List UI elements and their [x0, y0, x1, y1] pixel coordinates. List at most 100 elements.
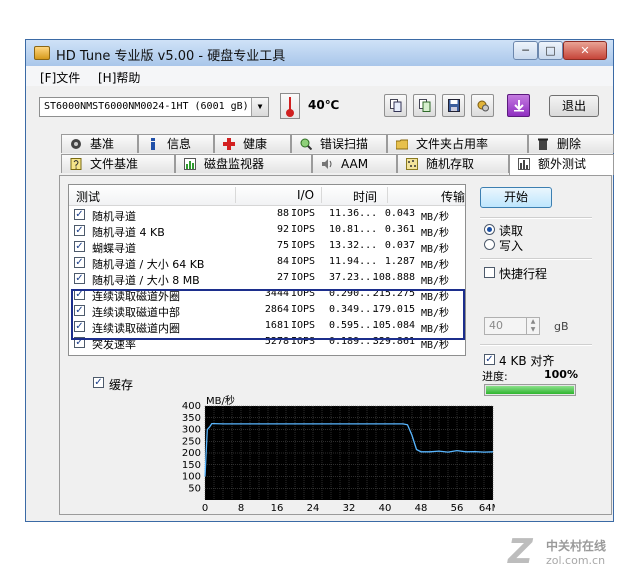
y-tick-label: 100: [182, 472, 201, 483]
row-time: 13.32...: [329, 240, 378, 251]
download-icon: [514, 100, 524, 112]
x-tick-label: 32: [343, 503, 356, 514]
row-rate-unit: MB/秒: [421, 228, 450, 239]
align-checkbox[interactable]: ✓: [484, 354, 495, 365]
copy-icon: [390, 99, 402, 112]
copy-all-button[interactable]: [413, 94, 436, 117]
row-rate-unit: MB/秒: [421, 276, 450, 287]
extra-tests-icon: [518, 158, 530, 170]
read-radio[interactable]: [484, 224, 495, 235]
info-icon: [151, 138, 155, 150]
y-tick-label: 200: [182, 448, 201, 459]
progress-value: 100%: [544, 368, 578, 381]
tab-extra-tests[interactable]: 额外测试: [509, 154, 614, 175]
row-time: 10.81...: [329, 224, 378, 235]
x-tick-label: 64MB: [479, 503, 495, 514]
copy-all-icon: [419, 99, 431, 112]
benchmark-icon: [71, 139, 81, 149]
tab-aam[interactable]: AAM: [312, 154, 397, 173]
aam-icon: [322, 159, 332, 169]
y-tick-label: 250: [182, 436, 201, 447]
watermark-name: 中关村在线: [546, 539, 607, 553]
tab-benchmark[interactable]: 基准: [61, 134, 138, 153]
row-checkbox[interactable]: ✓: [74, 257, 85, 268]
results-header: 测试 I/O 时间 传输: [69, 185, 465, 206]
menu-help[interactable]: [H]帮助: [98, 69, 140, 86]
row-checkbox[interactable]: ✓: [74, 225, 85, 236]
copy-button[interactable]: [384, 94, 407, 117]
row-name: 蝴蝶寻道: [92, 242, 136, 255]
menu-file[interactable]: [F]文件: [40, 69, 80, 86]
test-options: 开始 读取 写入 快捷行程 40 ▲ ▼ gB ✓ 4 KB 对齐 进度: 100…: [480, 184, 610, 504]
row-checkbox[interactable]: ✓: [74, 273, 85, 284]
write-label: 写入: [499, 239, 524, 253]
y-tick-label: 350: [182, 413, 201, 424]
row-checkbox[interactable]: ✓: [74, 241, 85, 252]
chevron-down-icon[interactable]: ▼: [251, 98, 268, 116]
result-row[interactable]: ✓ 随机寻道 / 大小 8 MB 27 IOPS 37.23... 108.888 MB/秒: [69, 271, 465, 287]
result-row[interactable]: ✓ 蝴蝶寻道 75 IOPS 13.32... 0.037 MB/秒: [69, 239, 465, 255]
row-iops: 84: [276, 256, 289, 267]
stepper-arrows-icon[interactable]: ▲ ▼: [526, 318, 539, 334]
row-iops-unit: IOPS: [291, 256, 316, 267]
exit-button[interactable]: 退出: [549, 95, 599, 117]
progress-fill: [486, 386, 574, 394]
options-button[interactable]: [471, 94, 494, 117]
header-time: 时间: [353, 190, 378, 204]
download-button[interactable]: [507, 94, 530, 117]
x-tick-label: 56: [451, 503, 464, 514]
result-row[interactable]: ✓ 随机寻道 4 KB 92 IOPS 10.81... 0.361 MB/秒: [69, 223, 465, 239]
short-stroke-value: 40: [489, 319, 503, 332]
transfer-rate-chart: 50100150200250300350400 0 8 16 24 32 40 48 56 64 M…: [182, 394, 495, 514]
row-rate-unit: MB/秒: [421, 260, 450, 271]
row-iops-unit: IOPS: [291, 224, 316, 235]
result-row[interactable]: ✓ 随机寻道 / 大小 64 KB 84 IOPS 11.94... 1.287 MB/秒: [69, 255, 465, 271]
row-name: 随机寻道 / 大小 64 KB: [92, 258, 205, 271]
short-stroke-checkbox[interactable]: [484, 267, 495, 278]
save-button[interactable]: [442, 94, 465, 117]
y-tick-label: 50: [188, 483, 201, 494]
x-tick-label: 16: [271, 503, 284, 514]
watermark-url: zol.com.cn: [546, 554, 606, 567]
start-button[interactable]: 开始: [480, 187, 552, 208]
drive-select[interactable]: ST6000NMST6000NM0024-1HT (6001 gB) ▼: [39, 97, 269, 117]
result-row[interactable]: ✓ 随机寻道 88 IOPS 11.36... 0.043 MB/秒: [69, 207, 465, 223]
window-title: HD Tune 专业版 v5.00 - 硬盘专业工具: [56, 49, 286, 64]
tab-health[interactable]: 健康: [214, 134, 291, 153]
random-access-icon: [406, 158, 418, 170]
title-bar[interactable]: HD Tune 专业版 v5.00 - 硬盘专业工具 ─ □ ✕: [26, 40, 613, 67]
row-iops-unit: IOPS: [291, 240, 316, 251]
row-rate: 1.287: [384, 256, 415, 267]
tab-random-access[interactable]: 随机存取: [397, 154, 509, 173]
maximize-button[interactable]: □: [538, 41, 563, 60]
disk-monitor-icon: [184, 158, 196, 170]
minimize-button[interactable]: ─: [513, 41, 538, 60]
row-iops-unit: IOPS: [291, 208, 316, 219]
y-tick-label: 400: [182, 401, 201, 412]
file-benchmark-icon: [70, 158, 82, 170]
row-rate-unit: MB/秒: [421, 212, 450, 223]
close-button[interactable]: ✕: [563, 41, 607, 60]
tab-erase[interactable]: 删除: [528, 134, 614, 153]
row-rate: 0.043: [384, 208, 415, 219]
row-rate: 0.361: [384, 224, 415, 235]
sequential-read-highlight: [71, 289, 465, 340]
header-test: 测试: [76, 190, 101, 204]
x-tick-label: 48: [415, 503, 428, 514]
folder-icon: [396, 139, 408, 150]
tab-folder-usage[interactable]: 文件夹占用率: [387, 134, 528, 153]
tab-error-scan[interactable]: 错误扫描: [291, 134, 387, 153]
health-icon: [223, 138, 235, 150]
erase-icon: [538, 138, 548, 150]
tab-disk-monitor[interactable]: 磁盘监视器: [175, 154, 312, 173]
progress-label: 进度:: [482, 370, 508, 383]
results-list[interactable]: 测试 I/O 时间 传输 ✓ 随机寻道 88 IOPS 11.36... 0.043 MB/…: [68, 184, 466, 356]
tab-file-benchmark[interactable]: 文件基准: [61, 154, 175, 173]
tab-info[interactable]: 信息: [138, 134, 214, 153]
row-name: 随机寻道: [92, 210, 136, 223]
short-stroke-stepper[interactable]: 40 ▲ ▼: [484, 317, 540, 335]
row-checkbox[interactable]: ✓: [74, 209, 85, 220]
row-iops: 92: [276, 224, 289, 235]
cache-checkbox[interactable]: ✓: [93, 377, 104, 388]
write-radio[interactable]: [484, 239, 495, 250]
